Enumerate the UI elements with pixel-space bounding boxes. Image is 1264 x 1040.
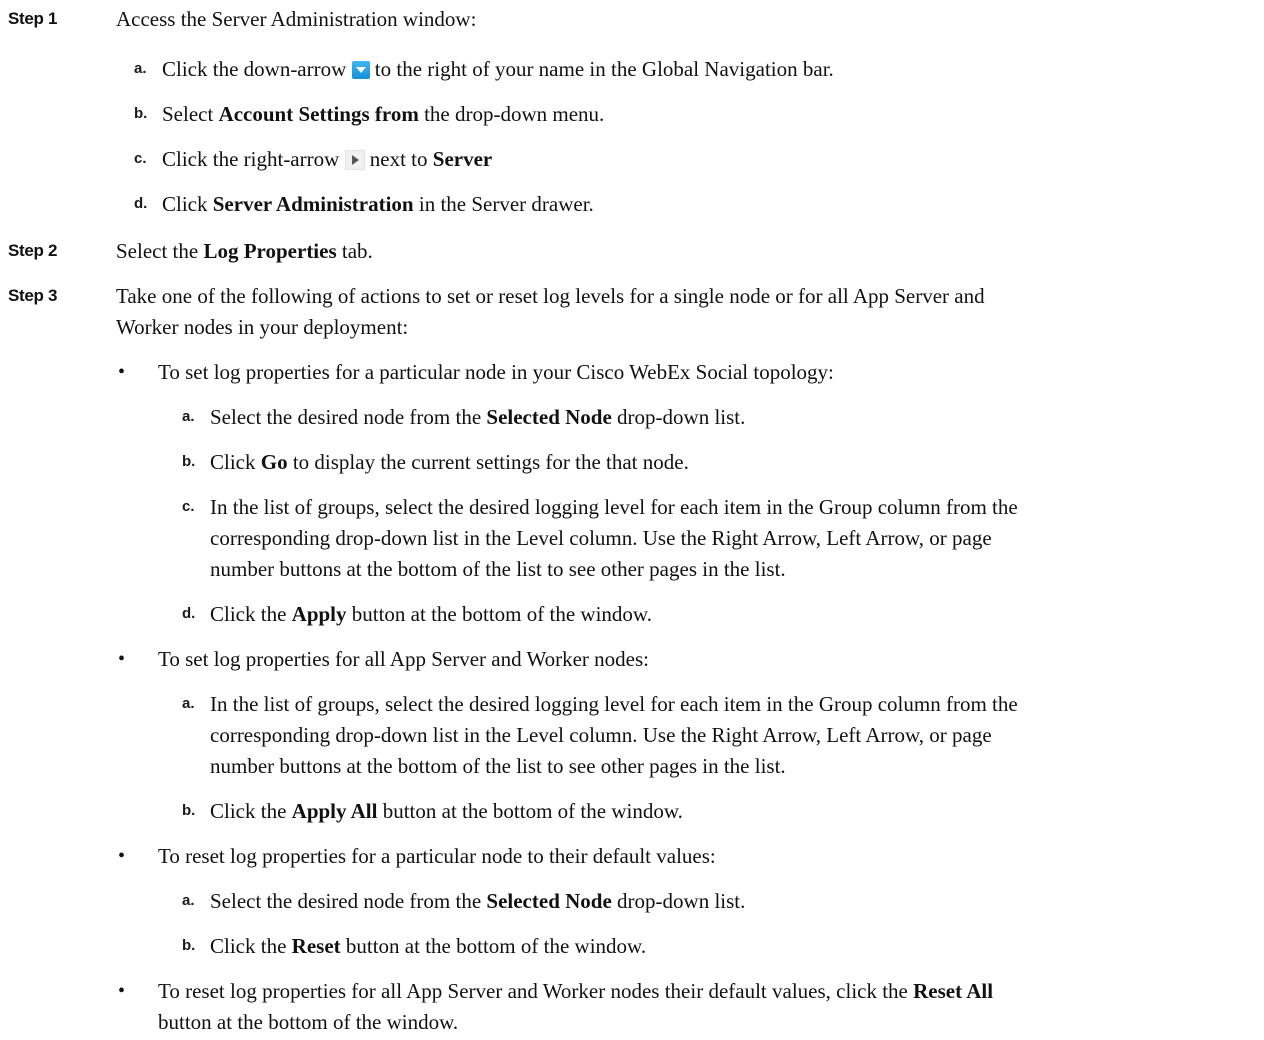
substep-text-rest: to the right of your name in the Global … [374, 57, 834, 81]
substep-text: Click the down-arrow [162, 57, 347, 81]
step-label: Step 3 [8, 286, 58, 305]
step-label: Step 2 [8, 241, 58, 260]
substep-marker: d. [182, 605, 196, 622]
ui-term: Selected Node [486, 889, 612, 913]
ui-term: Reset All [913, 979, 994, 1003]
substep-marker: c. [134, 150, 147, 167]
bullet-text: To reset log properties for a particular… [158, 844, 716, 868]
bullet-text-line2: button at the bottom of the window. [158, 1010, 459, 1034]
substep-text-line2: corresponding drop-down list in the Leve… [210, 526, 992, 550]
substep-text: Click the [210, 799, 292, 823]
step-text-rest: tab. [336, 239, 373, 263]
substep-text: Click the right-arrow [162, 147, 340, 171]
substep-text: Click [210, 450, 261, 474]
substep-text-line3: number buttons at the bottom of the list… [210, 754, 786, 778]
ui-term: Server [432, 147, 493, 171]
ui-term: Apply [291, 602, 347, 626]
substep-marker: b. [182, 937, 196, 954]
substep-text-rest: next to [369, 147, 433, 171]
substep-text-rest: button at the bottom of the window. [340, 934, 647, 958]
ui-term: Reset [291, 934, 341, 958]
step-label: Step 1 [8, 9, 58, 28]
down-arrow-icon [351, 61, 370, 79]
substep-marker: b. [182, 453, 196, 470]
substep-text-rest: button at the bottom of the window. [377, 799, 683, 823]
substep-text-line1: In the list of groups, select the desire… [210, 692, 1018, 716]
bullet-dot: • [118, 980, 126, 1002]
substep-text-line3: number buttons at the bottom of the list… [210, 557, 786, 581]
substep-text-line2: corresponding drop-down list in the Leve… [210, 723, 992, 747]
step-text-line2: Worker nodes in your deployment: [116, 315, 409, 339]
substep-marker: a. [134, 60, 147, 77]
substep-text: Click [162, 192, 213, 216]
substep-marker: b. [182, 802, 196, 819]
substep-marker: d. [134, 195, 148, 212]
substep-text-rest: in the Server drawer. [413, 192, 594, 216]
ui-term: Go [260, 450, 288, 474]
step-text-line1: Take one of the following of actions to … [116, 284, 985, 308]
substep-text-rest: to display the current settings for the … [287, 450, 689, 474]
substep-text-rest: drop-down list. [611, 889, 746, 913]
ui-term: Selected Node [486, 405, 612, 429]
bullet-dot: • [118, 361, 126, 383]
substep-marker: a. [182, 695, 195, 712]
ui-term: Server Administration [212, 192, 414, 216]
substep-text: Select [162, 102, 219, 126]
bullet-dot: • [118, 845, 126, 867]
step-text: Access the Server Administration window: [116, 7, 477, 31]
substep-text-line1: In the list of groups, select the desire… [210, 495, 1018, 519]
substep-marker: a. [182, 892, 195, 909]
ui-term: Log Properties [203, 239, 337, 263]
substep-text-rest: drop-down list. [611, 405, 746, 429]
right-arrow-icon [344, 150, 365, 170]
step-text: Select the [116, 239, 204, 263]
substep-text: Click the [210, 602, 292, 626]
ui-term: Account Settings from [218, 102, 419, 126]
substep-marker: c. [182, 498, 195, 515]
substep-marker: b. [134, 105, 148, 122]
substep-text-rest: button at the bottom of the window. [346, 602, 652, 626]
substep-text: Select the desired node from the [210, 889, 487, 913]
bullet-dot: • [118, 648, 126, 670]
ui-term: Apply All [291, 799, 378, 823]
substep-text-rest: the drop-down menu. [418, 102, 605, 126]
substep-text: Select the desired node from the [210, 405, 487, 429]
substep-text: Click the [210, 934, 292, 958]
bullet-text: To set log properties for all App Server… [158, 647, 649, 671]
bullet-text: To set log properties for a particular n… [158, 360, 834, 384]
bullet-text: To reset log properties for all App Serv… [158, 979, 914, 1003]
substep-marker: a. [182, 408, 195, 425]
